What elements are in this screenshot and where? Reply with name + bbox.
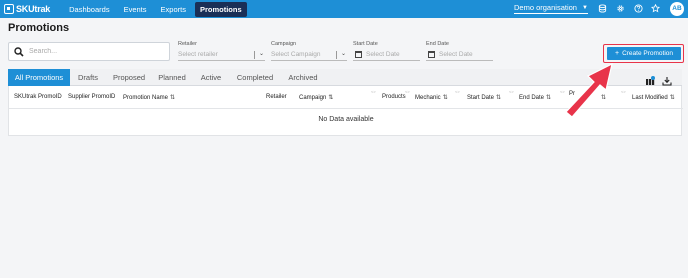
tab-planned[interactable]: Planned: [152, 69, 192, 86]
tab-archived[interactable]: Archived: [280, 69, 326, 86]
tab-completed[interactable]: Completed: [230, 69, 280, 86]
chevron-down-icon: ▼: [581, 4, 588, 11]
end-date-placeholder: Select Date: [439, 51, 473, 58]
tab-drafts[interactable]: Drafts: [70, 69, 106, 86]
campaign-label: Campaign: [271, 41, 297, 47]
retailer-label: Retailer: [178, 41, 197, 47]
create-promotion-label: Create Promotion: [622, 50, 674, 57]
skutrak-logo[interactable]: SKUtrak: [4, 4, 50, 14]
column-header-last-modified: Last Modified: [632, 95, 668, 101]
search-input[interactable]: [29, 48, 169, 55]
sort-icon: ⇅: [496, 95, 502, 101]
page-title: Promotions: [8, 22, 70, 34]
campaign-select[interactable]: Select Campaign ⌄: [271, 49, 347, 61]
column-header-promotion-name-group[interactable]: Promotion Name ⇅: [123, 94, 175, 101]
column-resize-handle[interactable]: <>: [621, 89, 626, 94]
sort-icon: ⇅: [669, 95, 675, 101]
chevron-down-icon: ⌄: [258, 51, 264, 57]
chevron-down-icon: ⌄: [340, 51, 346, 57]
column-header-promotion-name: Promotion Name: [123, 95, 169, 101]
tab-all-promotions[interactable]: All Promotions: [8, 69, 70, 86]
logo-icon: [4, 4, 14, 14]
sort-icon: ⇅: [170, 95, 176, 101]
column-header-end-date-group[interactable]: End Date ⇅: [519, 94, 551, 101]
column-resize-handle[interactable]: <>: [371, 89, 376, 94]
gear-icon[interactable]: [616, 4, 625, 13]
column-header-skutrak-promoid[interactable]: SKUtrak PromoID: [14, 94, 62, 100]
tab-active[interactable]: Active: [192, 69, 230, 86]
column-header-supplier-promoid[interactable]: Supplier PromoID: [68, 94, 115, 100]
help-icon[interactable]: [634, 4, 643, 13]
start-date-label: Start Date: [353, 41, 378, 47]
nav-exports[interactable]: Exports: [156, 2, 191, 17]
user-avatar[interactable]: AB: [670, 2, 684, 16]
column-header-campaign: Campaign: [299, 95, 327, 101]
column-resize-handle[interactable]: <>: [455, 89, 460, 94]
sort-icon: ⇅: [328, 95, 334, 101]
start-date-placeholder: Select Date: [366, 51, 400, 58]
retailer-select[interactable]: Select retailer ⌄: [178, 49, 265, 61]
column-header-start-date: Start Date: [467, 95, 495, 101]
end-date-field[interactable]: Select Date: [426, 49, 493, 61]
divider: [336, 51, 337, 59]
column-header-mechanic: Mechanic: [415, 95, 441, 101]
column-resize-handle[interactable]: <>: [405, 89, 410, 94]
column-header-campaign-group[interactable]: Campaign ⇅: [299, 94, 333, 101]
column-header-start-date-group[interactable]: Start Date ⇅: [467, 94, 501, 101]
logo-text: SKUtrak: [16, 4, 51, 14]
nav-promotions[interactable]: Promotions: [194, 1, 247, 17]
column-header-products[interactable]: Products: [382, 94, 406, 100]
star-icon[interactable]: [650, 3, 661, 13]
calendar-icon: [428, 51, 435, 58]
plus-icon: +: [614, 50, 620, 57]
nav-events[interactable]: Events: [119, 2, 152, 17]
database-icon[interactable]: [598, 4, 607, 13]
nav-dashboards[interactable]: Dashboards: [64, 2, 114, 17]
column-header-retailer[interactable]: Retailer: [266, 94, 287, 100]
divider: [254, 51, 255, 59]
search-icon: [14, 46, 24, 57]
organisation-name: Demo organisation: [514, 3, 577, 12]
tab-proposed[interactable]: Proposed: [106, 69, 152, 86]
retailer-placeholder: Select retailer: [178, 51, 218, 58]
sort-icon: ⇅: [546, 95, 552, 101]
column-header-mechanic-group[interactable]: Mechanic ⇅: [415, 94, 448, 101]
search-box[interactable]: [8, 42, 170, 61]
campaign-placeholder: Select Campaign: [271, 51, 321, 58]
column-resize-handle[interactable]: <>: [509, 89, 514, 94]
start-date-field[interactable]: Select Date: [353, 49, 420, 61]
annotation-arrow-icon: [565, 62, 613, 118]
column-header-last-modified-group[interactable]: Last Modified ⇅: [632, 94, 675, 101]
calendar-icon: [355, 51, 362, 58]
end-date-label: End Date: [426, 41, 449, 47]
column-header-end-date: End Date: [519, 95, 545, 101]
top-navigation-bar: SKUtrak Dashboards Events Exports Promot…: [0, 0, 688, 18]
sort-icon: ⇅: [442, 95, 448, 101]
organisation-select[interactable]: Demo organisation ▼: [514, 3, 588, 14]
